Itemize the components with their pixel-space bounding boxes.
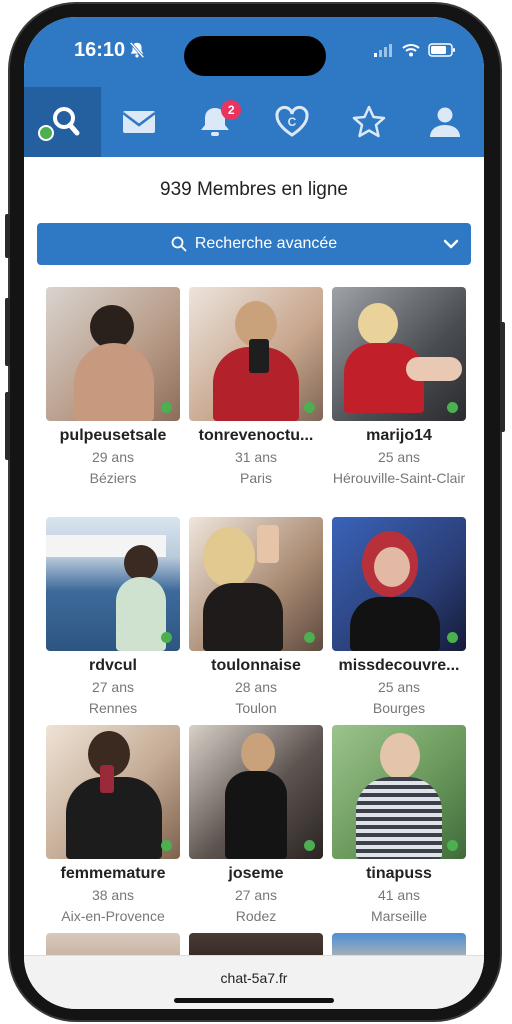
member-photo[interactable]	[332, 287, 466, 421]
online-indicator	[447, 840, 458, 851]
member-age: 27 ans	[91, 679, 135, 695]
member-card[interactable]: missdecouvre... 25 ans Bourges	[332, 517, 466, 719]
member-photo[interactable]	[46, 287, 180, 421]
member-card[interactable]: femmemature 38 ans Aix-en-Provence	[46, 725, 180, 927]
online-indicator	[161, 632, 172, 643]
member-city: Aix-en-Provence	[61, 908, 165, 924]
online-indicator	[304, 402, 315, 413]
advanced-search-label: Recherche avancée	[194, 235, 338, 252]
member-username: missdecouvre...	[338, 657, 460, 674]
search-icon	[171, 236, 187, 252]
browser-url: chat-5a7.fr	[220, 970, 288, 986]
member-username: tinapuss	[366, 865, 432, 882]
online-members-count: 939 Membres en ligne	[160, 179, 348, 200]
member-city: Béziers	[89, 470, 137, 486]
chevron-down-icon	[443, 239, 459, 249]
main-nav: 2 C	[24, 87, 484, 157]
battery-icon	[428, 43, 455, 57]
member-photo[interactable]	[332, 517, 466, 651]
member-photo[interactable]	[46, 725, 180, 859]
top-bar: 16:10 2 C	[24, 17, 484, 157]
member-age: 25 ans	[377, 679, 421, 695]
status-icons	[374, 41, 456, 59]
online-indicator	[447, 632, 458, 643]
nav-profile[interactable]	[407, 87, 484, 157]
browser-url-bar[interactable]: chat-5a7.fr	[24, 955, 484, 1009]
online-indicator	[304, 840, 315, 851]
online-indicator	[38, 125, 54, 141]
dynamic-island	[184, 36, 326, 76]
member-card[interactable]: tonrevenoctu... 31 ans Paris	[189, 287, 323, 489]
svg-text:C: C	[288, 115, 297, 129]
online-indicator	[161, 402, 172, 413]
member-age: 29 ans	[91, 449, 135, 465]
side-button	[500, 322, 505, 432]
user-icon	[430, 107, 461, 137]
side-button	[5, 392, 10, 460]
envelope-icon	[122, 111, 156, 133]
status-time: 16:10	[74, 39, 126, 61]
side-button	[5, 214, 10, 258]
member-card[interactable]: rdvcul 27 ans Rennes	[46, 517, 180, 719]
member-city: Rennes	[88, 700, 138, 716]
member-city: Bourges	[372, 700, 426, 716]
member-age: 31 ans	[234, 449, 278, 465]
nav-notifications[interactable]: 2	[177, 87, 254, 157]
member-username: femmemature	[60, 865, 166, 882]
online-indicator	[304, 632, 315, 643]
signal-icon	[374, 44, 392, 57]
member-photo[interactable]	[189, 287, 323, 421]
member-city: Toulon	[235, 700, 277, 716]
heart-icon: C	[275, 105, 309, 137]
nav-favorites[interactable]	[330, 87, 407, 157]
member-card[interactable]: tinapuss 41 ans Marseille	[332, 725, 466, 927]
member-username: pulpeusetsale	[59, 427, 167, 444]
member-city: Paris	[240, 470, 272, 486]
notification-badge: 2	[221, 100, 242, 120]
advanced-search-button[interactable]: Recherche avancée	[37, 223, 471, 265]
star-icon	[352, 105, 385, 138]
member-city: Rodez	[235, 908, 277, 924]
member-photo[interactable]	[189, 725, 323, 859]
member-city: Hérouville-Saint-Clair	[332, 470, 466, 486]
member-username: toulonnaise	[211, 657, 301, 674]
nav-search[interactable]	[24, 87, 101, 157]
member-card[interactable]: toulonnaise 28 ans Toulon	[189, 517, 323, 719]
member-photo[interactable]	[46, 517, 180, 651]
member-age: 38 ans	[91, 887, 135, 903]
member-photo[interactable]	[332, 725, 466, 859]
nav-matches[interactable]: C	[254, 87, 331, 157]
member-age: 27 ans	[234, 887, 278, 903]
member-username: tonrevenoctu...	[198, 427, 314, 444]
member-age: 28 ans	[234, 679, 278, 695]
online-indicator	[161, 840, 172, 851]
member-city: Marseille	[370, 908, 427, 924]
wifi-icon	[402, 44, 420, 57]
home-indicator[interactable]	[174, 998, 334, 1003]
nav-messages[interactable]	[101, 87, 178, 157]
screen: 16:10 2 C 939 Membres en ligne Recherche…	[24, 17, 484, 1009]
member-username: rdvcul	[88, 657, 137, 674]
member-age: 25 ans	[377, 449, 421, 465]
online-indicator	[447, 402, 458, 413]
member-card[interactable]: marijo14 25 ans Hérouville-Saint-Clair	[332, 287, 466, 489]
side-button	[5, 298, 10, 366]
member-card[interactable]: pulpeusetsale 29 ans Béziers	[46, 287, 180, 489]
member-username: joseme	[228, 865, 284, 882]
member-photo[interactable]	[189, 517, 323, 651]
member-age: 41 ans	[377, 887, 421, 903]
member-card[interactable]: joseme 27 ans Rodez	[189, 725, 323, 927]
bell-slash-icon	[129, 41, 145, 59]
member-username: marijo14	[366, 427, 432, 444]
